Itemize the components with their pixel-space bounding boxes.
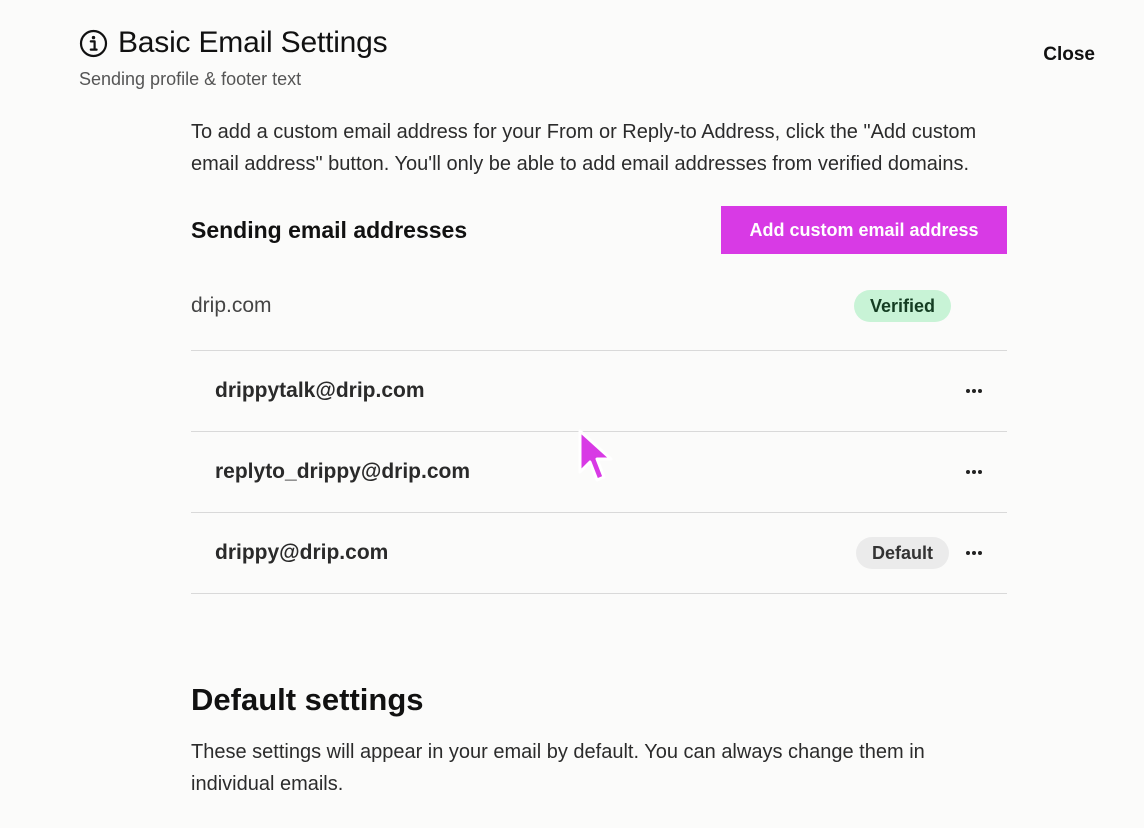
title-row: Basic Email Settings xyxy=(79,26,388,60)
more-horizontal-icon xyxy=(966,389,982,393)
default-badge: Default xyxy=(855,537,949,569)
sending-header: Sending email addresses Add custom email… xyxy=(191,206,1007,254)
default-settings-title: Default settings xyxy=(191,682,424,717)
more-options-button[interactable] xyxy=(963,542,985,564)
email-settings-panel: Basic Email Settings Sending profile & f… xyxy=(0,0,1144,828)
email-address: drippytalk@drip.com xyxy=(215,379,425,402)
close-button[interactable]: Close xyxy=(1043,44,1095,66)
email-address: replyto_drippy@drip.com xyxy=(215,460,471,483)
more-horizontal-icon xyxy=(966,551,982,555)
domain-name: drip.com xyxy=(191,294,272,317)
intro-text: To add a custom email address for your F… xyxy=(191,121,977,175)
mouse-pointer-icon xyxy=(578,429,613,482)
row-actions xyxy=(963,380,985,402)
email-row: drippytalk@drip.com xyxy=(191,351,1007,432)
more-horizontal-icon xyxy=(966,470,982,474)
more-options-button[interactable] xyxy=(963,461,985,483)
default-settings-description: These settings will appear in your email… xyxy=(191,741,925,795)
page-title: Basic Email Settings xyxy=(118,26,388,59)
sending-title: Sending email addresses xyxy=(191,216,468,243)
verified-badge: Verified xyxy=(853,290,951,322)
add-custom-email-button[interactable]: Add custom email address xyxy=(721,206,1007,254)
email-row: drippy@drip.com Default xyxy=(191,513,1007,594)
row-actions xyxy=(963,461,985,483)
page-subtitle: Sending profile & footer text xyxy=(79,69,302,89)
info-circle-icon[interactable] xyxy=(79,29,108,58)
domain-row: drip.com Verified xyxy=(191,262,1007,351)
email-address: drippy@drip.com xyxy=(215,541,389,564)
panel-header: Basic Email Settings Sending profile & f… xyxy=(79,26,388,90)
more-options-button[interactable] xyxy=(963,380,985,402)
row-actions: Default xyxy=(855,537,985,569)
